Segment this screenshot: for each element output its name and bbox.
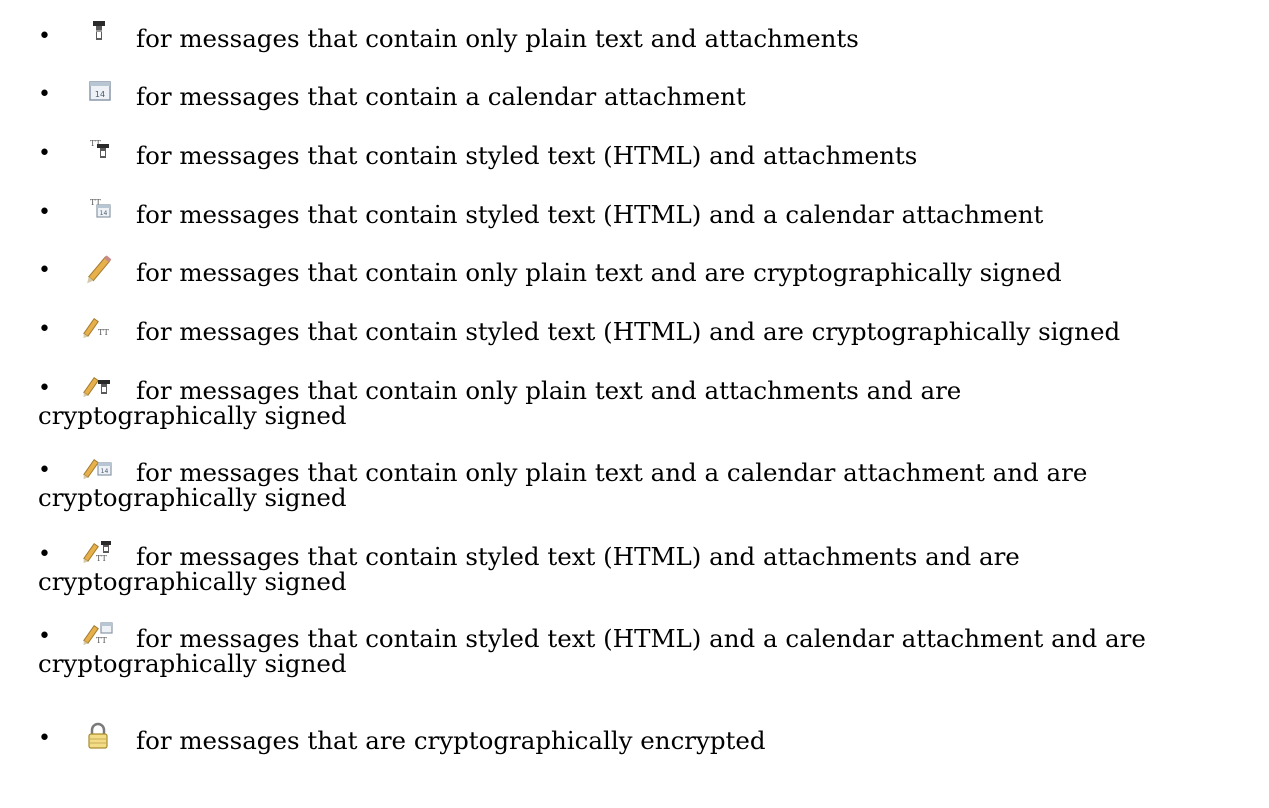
bullet: • xyxy=(38,24,51,49)
lock-encrypted-icon xyxy=(80,722,136,752)
list-item: • TT for messages that contain styled te… xyxy=(38,622,1258,676)
list-item: • for messages that contain only plain t… xyxy=(38,374,1258,428)
bullet: • xyxy=(38,317,51,342)
plain-text-attachment-icon xyxy=(80,21,136,50)
bullet: • xyxy=(38,258,51,283)
item-text: for messages that contain only plain tex… xyxy=(136,24,859,53)
styled-text-calendar-icon: TT 14 xyxy=(80,198,136,226)
item-text-line2: cryptographically signed xyxy=(38,401,347,430)
svg-text:TT: TT xyxy=(96,554,107,563)
bullet: • xyxy=(38,458,51,483)
pencil-attachment-icon xyxy=(80,374,136,402)
bullet: • xyxy=(38,376,51,401)
styled-text-attachment-icon: TT xyxy=(80,139,136,167)
pencil-styled-text-icon: TT xyxy=(80,315,136,343)
item-text: for messages that contain a calendar att… xyxy=(136,82,746,111)
svg-text:14: 14 xyxy=(101,468,109,475)
bullet: • xyxy=(38,726,51,751)
item-text-line2: cryptographically signed xyxy=(38,649,347,678)
bullet: • xyxy=(38,200,51,225)
item-text: for messages that contain styled text (H… xyxy=(136,200,1044,229)
bullet: • xyxy=(38,542,51,567)
item-text: for messages that contain only plain tex… xyxy=(38,456,1258,510)
pencil-styled-attachment-icon: TT xyxy=(80,540,136,568)
svg-text:14: 14 xyxy=(95,90,105,99)
pencil-calendar-icon: 14 xyxy=(80,456,136,484)
list-item: • for messages that are cryptographicall… xyxy=(38,722,1258,755)
bullet: • xyxy=(38,624,51,649)
item-text-line2: cryptographically signed xyxy=(38,483,347,512)
list-item: • TT for messages that contain styled te… xyxy=(38,139,1258,169)
item-text: for messages that contain styled text (H… xyxy=(136,317,1121,346)
pencil-signed-icon xyxy=(80,255,136,284)
item-text: for messages that contain only plain tex… xyxy=(38,374,1258,428)
item-text: for messages that contain styled text (H… xyxy=(38,540,1258,594)
item-text: for messages that contain styled text (H… xyxy=(136,141,918,170)
list-item: • for messages that contain only plain t… xyxy=(38,21,1258,53)
bullet: • xyxy=(38,141,51,166)
svg-text:14: 14 xyxy=(100,210,108,217)
item-text: for messages that are cryptographically … xyxy=(136,726,766,755)
svg-text:TT: TT xyxy=(98,328,109,337)
list-item: • TT for messages that contain styled te… xyxy=(38,540,1258,594)
list-item: • TT 14 for messages that contain styled… xyxy=(38,198,1258,228)
list-item: • for messages that contain only plain t… xyxy=(38,255,1258,287)
list-item: • 14 for messages that contain only plai… xyxy=(38,456,1258,510)
list-item: • 14 for messages that contain a calenda… xyxy=(38,80,1258,110)
list-item: • TT for messages that contain styled te… xyxy=(38,315,1258,345)
bullet: • xyxy=(38,82,51,107)
calendar-icon: 14 xyxy=(80,80,136,108)
item-text-line2: cryptographically signed xyxy=(38,567,347,596)
pencil-styled-calendar-icon: TT xyxy=(80,622,136,650)
svg-text:TT: TT xyxy=(96,636,107,645)
item-text: for messages that contain only plain tex… xyxy=(136,258,1062,287)
item-text: for messages that contain styled text (H… xyxy=(38,622,1258,676)
